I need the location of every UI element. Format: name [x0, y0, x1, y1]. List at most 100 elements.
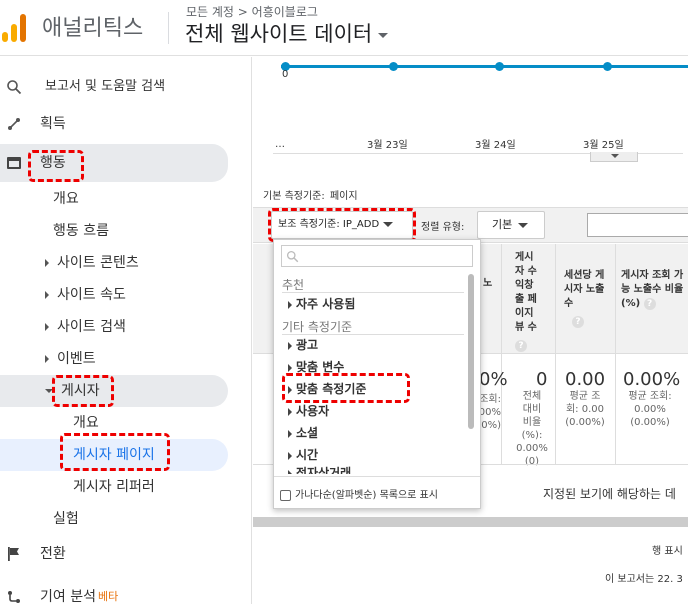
col-header-session-impressions[interactable]: 세션당 게시자 노출수 ? — [564, 269, 612, 329]
dd-item-label: 시간 — [296, 448, 319, 462]
sidebar-item-label: 획득 — [40, 116, 66, 132]
search-icon — [286, 250, 299, 263]
dd-item-custom-dimensions[interactable]: 맞춤 측정기준 — [288, 380, 366, 397]
group-divider — [282, 334, 464, 335]
timeline-ellipsis: … — [275, 139, 285, 150]
sort-type-label: 정렬 유형: — [421, 222, 465, 233]
sidebar-item-experiments[interactable]: 실험 — [0, 503, 228, 535]
sub-line: 대비 — [522, 404, 542, 415]
col-header-viewable-ratio[interactable]: 게시자 조회 가능 노출수 비율 (%) ? — [621, 269, 687, 311]
sort-type-button[interactable]: 기본 — [477, 211, 545, 239]
sidebar-item-label: 사이트 콘텐츠 — [57, 255, 139, 271]
col-divider — [615, 244, 616, 464]
sidebar-item-site-content[interactable]: 사이트 콘텐츠 — [0, 247, 228, 279]
timeline-line — [281, 65, 688, 68]
primary-dimension-value: 페이지 — [329, 191, 358, 202]
help-icon[interactable]: ? — [572, 316, 584, 328]
sub-line: (0) — [524, 456, 540, 467]
dd-item-time[interactable]: 시간 — [288, 446, 318, 463]
dd-item-label: 맞춤 변수 — [296, 360, 345, 374]
dd-item-label: 자주 사용됨 — [296, 297, 356, 311]
dd-item-label: 광고 — [296, 338, 319, 352]
sidebar-item-site-search[interactable]: 사이트 검색 — [0, 311, 228, 343]
sidebar-item-label: 행동 — [40, 155, 66, 171]
sidebar-item-label: 행동 흐름 — [53, 223, 109, 239]
dd-item-label: 맞춤 측정기준 — [296, 382, 367, 396]
col-header-session-label: 세션당 게시자 노출수 — [564, 270, 605, 309]
dd-item-label: 사용자 — [296, 404, 330, 418]
sidebar-item-attribution[interactable]: 기여 분석 베타 — [0, 581, 228, 604]
timeline-point[interactable] — [495, 62, 504, 71]
dimension-search-input[interactable] — [281, 245, 473, 267]
total-session-impressions: 0.00 — [565, 369, 606, 390]
horizontal-scrollbar[interactable] — [253, 517, 688, 527]
alphabetical-toggle[interactable]: 가나다순(알파벳순) 목록으로 표시 — [280, 486, 438, 501]
sidebar-item-label: 사이트 검색 — [57, 319, 126, 335]
view-selector[interactable]: 전체 웹사이트 데이터 — [185, 18, 389, 48]
sub-line: 평균 조 — [569, 391, 601, 402]
dropdown-scrollbar[interactable] — [468, 274, 474, 429]
sidebar-item-publisher-overview[interactable]: 개요 — [0, 407, 228, 439]
dd-item-social[interactable]: 소셜 — [288, 424, 318, 441]
sub-line: 0.00% — [516, 443, 548, 454]
sidebar-item-behavior-flow[interactable]: 행동 흐름 — [0, 215, 228, 247]
sort-type-value: 기본 — [492, 218, 513, 231]
report-created-note: 이 보고서는 22. 3 — [605, 574, 683, 585]
date-label-1: 3월 24일 — [475, 140, 516, 151]
timeline-point[interactable] — [389, 62, 398, 71]
expand-arrow-icon — [288, 363, 292, 372]
sidebar-item-publisher[interactable]: 게시자 — [0, 375, 228, 407]
sidebar-item-events[interactable]: 이벤트 — [0, 343, 228, 375]
acquisition-icon — [8, 118, 20, 130]
secondary-dimension-button[interactable]: 보조 측정기준: IP_ADD — [271, 211, 413, 239]
sub-line: 0.00% — [634, 404, 666, 415]
expand-arrow-icon — [288, 429, 292, 438]
analytics-logo[interactable] — [0, 14, 26, 42]
no-data-message: 지정된 보기에 해당하는 데 — [543, 487, 676, 501]
sidebar-item-site-speed[interactable]: 사이트 속도 — [0, 279, 228, 311]
collapse-arrow-icon — [45, 389, 53, 393]
dd-item-ads[interactable]: 광고 — [288, 336, 318, 353]
dd-item-ecommerce[interactable]: 전자상거래 — [288, 464, 351, 474]
help-icon[interactable]: ? — [515, 340, 527, 352]
sidebar-item-label: 게시자 — [61, 383, 100, 399]
date-label-0: 3월 23일 — [367, 140, 408, 151]
sidebar-item-behavior[interactable]: 행동 — [0, 144, 228, 182]
sidebar-item-publisher-referrers[interactable]: 게시자 리퍼러 — [0, 471, 228, 503]
table-search-input[interactable] — [587, 213, 688, 237]
view-title: 전체 웹사이트 데이터 — [185, 22, 373, 46]
sidebar-item-overview[interactable]: 개요 — [0, 183, 228, 215]
sidebar-item-conversions[interactable]: 전환 — [0, 538, 228, 570]
primary-dimension-label: 기본 측정기준: — [263, 191, 325, 202]
chevron-down-icon — [383, 221, 394, 227]
dropdown-footer-divider — [274, 476, 480, 477]
sidebar-item-label: 이벤트 — [57, 351, 96, 367]
sidebar-item-publisher-pages[interactable]: 게시자 페이지 — [0, 439, 228, 471]
sidebar-search[interactable]: 보고서 및 도움말 검색 — [0, 71, 228, 103]
dd-item-users[interactable]: 사용자 — [288, 402, 329, 419]
timeline-start-value: 0 — [282, 69, 289, 80]
sub-line: 전체 — [522, 391, 542, 402]
group-divider — [282, 292, 464, 293]
sidebar-item-acquisition[interactable]: 획득 — [0, 108, 228, 140]
total-impressions-sub: 전체 대비 비율 (%): 0.00% (0) — [511, 390, 553, 468]
expand-arrow-icon — [288, 385, 292, 394]
col-divider — [501, 244, 502, 464]
alphabetical-checkbox[interactable] — [280, 489, 291, 501]
dd-item-label: 전자상거래 — [296, 466, 352, 474]
dd-item-custom-variables[interactable]: 맞춤 변수 — [288, 358, 344, 375]
chevron-down-icon — [611, 154, 619, 158]
col-header-impressions[interactable]: 게시자 수익창출 페이지뷰 수 ? — [515, 251, 537, 353]
sidebar-item-label: 전환 — [40, 546, 66, 562]
sub-line: (0.00%) — [630, 417, 670, 428]
col-divider — [555, 244, 556, 464]
secondary-dimension-dropdown: 추천 자주 사용됨 기타 측정기준 광고 맞춤 변수 맞춤 측정기준 사용자 소… — [273, 239, 481, 509]
expand-arrow-icon — [288, 341, 292, 350]
timeline-expand-handle[interactable] — [590, 152, 638, 162]
dd-item-frequent[interactable]: 자주 사용됨 — [288, 295, 355, 312]
help-icon[interactable]: ? — [643, 298, 656, 310]
timeline-point[interactable] — [603, 62, 612, 71]
sub-line: 회: 0.00 — [565, 404, 604, 415]
sidebar-item-label: 사이트 속도 — [57, 287, 126, 303]
attribution-icon — [8, 591, 20, 603]
